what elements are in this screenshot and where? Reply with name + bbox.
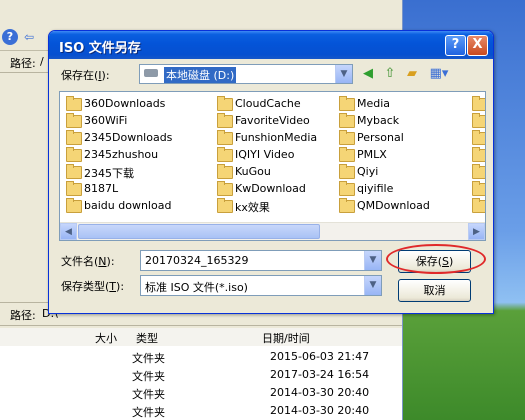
row-type: 文件夹 <box>132 370 165 383</box>
folder-name: IQIYI Video <box>235 148 295 161</box>
chevron-down-icon[interactable]: ▼ <box>364 251 381 270</box>
filetype-value: 标准 ISO 文件(*.iso) <box>145 281 248 294</box>
folder-list: 360Downloads CloudCache Media 360WiFi Favori… <box>59 91 486 241</box>
filetype-select[interactable]: 标准 ISO 文件(*.iso) ▼ <box>140 275 382 296</box>
chevron-down-icon[interactable]: ▼ <box>335 65 352 83</box>
folder-name: Personal <box>357 131 404 144</box>
row-type: 文件夹 <box>132 388 165 401</box>
folder-name: 8187L <box>84 182 119 195</box>
path-label: 路径: <box>10 57 36 70</box>
folder-name: 360WiFi <box>84 114 128 127</box>
file-list-header: 大小 类型 日期/时间 <box>0 328 402 347</box>
folder-icon <box>339 181 355 196</box>
folder-icon <box>217 130 233 145</box>
folder-icon <box>66 198 82 213</box>
exit-icon[interactable]: ⇦ <box>24 30 38 44</box>
folder-name: Qiyi <box>357 165 379 178</box>
scroll-thumb[interactable] <box>78 224 320 239</box>
folder-icon <box>472 96 485 111</box>
folder-name: KuGou <box>235 165 271 178</box>
folder-icon <box>339 164 355 179</box>
folder-icon <box>472 147 485 162</box>
horizontal-scrollbar[interactable]: ◀ ▶ <box>60 222 485 240</box>
folder-icon <box>217 113 233 128</box>
folder-name: kx效果 <box>235 201 270 214</box>
save-in-value: 本地磁盘 (D:) <box>164 67 237 83</box>
folder-name: 2345下载 <box>84 167 134 180</box>
folder-icon <box>339 198 355 213</box>
up-folder-icon[interactable]: ⇧ <box>381 65 399 82</box>
filename-input[interactable]: 20170324_165329 ▼ <box>140 250 382 271</box>
folder-icon <box>66 96 82 111</box>
row-date: 2017-03-24 16:54 <box>270 368 370 381</box>
chevron-down-icon[interactable]: ▼ <box>364 276 381 295</box>
cancel-button[interactable]: 取消 <box>398 279 471 302</box>
path-value: / <box>40 55 44 68</box>
view-menu-icon[interactable]: ▦▾ <box>427 65 451 82</box>
folder-name: CloudCache <box>235 97 301 110</box>
help-button[interactable]: ? <box>445 35 466 56</box>
table-row[interactable]: 文件夹 2017-03-24 16:54 <box>0 365 402 383</box>
filetype-label: 保存类型(T): <box>61 280 125 293</box>
folder-icon <box>217 96 233 111</box>
drive-icon <box>144 69 158 77</box>
folder-icon <box>217 198 233 213</box>
folder-name: QMDownload <box>357 199 430 212</box>
folder-icon <box>472 181 485 196</box>
folder-icon <box>66 113 82 128</box>
row-type: 文件夹 <box>132 406 165 419</box>
folder-icon <box>66 181 82 196</box>
folder-icon <box>339 96 355 111</box>
folder-name: 2345zhushou <box>84 148 159 161</box>
table-row[interactable]: 文件夹 2014-03-30 20:40 <box>0 383 402 401</box>
folder-name: FavoriteVideo <box>235 114 310 127</box>
filename-value: 20170324_165329 <box>145 254 249 267</box>
folder-name: FunshionMedia <box>235 131 318 144</box>
row-date: 2014-03-30 20:40 <box>270 386 370 399</box>
folder-icon <box>472 113 485 128</box>
folder-icon <box>217 181 233 196</box>
folder-icon <box>217 164 233 179</box>
folder-name: KwDownload <box>235 182 306 195</box>
folder-icon <box>66 130 82 145</box>
column-size[interactable]: 大小 <box>95 330 117 346</box>
folder-name: Media <box>357 97 391 110</box>
folder-icon <box>472 164 485 179</box>
path-label: 路径: <box>10 309 36 322</box>
dialog-titlebar[interactable]: ISO 文件另存 ? X <box>49 31 493 59</box>
folder-name: PMLX <box>357 148 387 161</box>
back-icon[interactable]: ◀ <box>359 65 377 82</box>
folder-icon <box>339 113 355 128</box>
folder-icon <box>66 147 82 162</box>
close-button[interactable]: X <box>467 35 488 56</box>
column-date[interactable]: 日期/时间 <box>262 330 310 346</box>
column-type[interactable]: 类型 <box>136 330 158 346</box>
folder-icon <box>217 147 233 162</box>
background-file-list: 文件夹 2015-06-03 21:47 文件夹 2017-03-24 16:5… <box>0 346 402 420</box>
annotation-circle <box>386 244 486 274</box>
folder-icon <box>472 198 485 213</box>
folder-icon <box>472 130 485 145</box>
row-date: 2014-03-30 20:40 <box>270 404 370 417</box>
table-row[interactable]: 文件夹 2014-03-30 20:40 <box>0 401 402 419</box>
save-in-label: 保存在(I): <box>61 69 110 82</box>
new-folder-icon[interactable]: ▰ <box>403 65 421 82</box>
row-date: 2015-06-03 21:47 <box>270 350 370 363</box>
folder-icon <box>66 164 82 179</box>
table-row[interactable]: 文件夹 2015-06-03 21:47 <box>0 347 402 365</box>
folder-name: Myback <box>357 114 400 127</box>
row-type: 文件夹 <box>132 352 165 365</box>
folder-icon <box>339 147 355 162</box>
folder-name: 360Downloads <box>84 97 166 110</box>
folder-name: qiyifile <box>357 182 394 195</box>
scroll-left-icon[interactable]: ◀ <box>60 223 77 240</box>
folder-name: 2345Downloads <box>84 131 173 144</box>
help-icon[interactable]: ? <box>2 29 18 45</box>
folder-name: baidu download <box>84 199 172 212</box>
filename-label: 文件名(N): <box>61 255 115 268</box>
dialog-title: ISO 文件另存 <box>59 41 141 56</box>
save-in-dropdown[interactable]: 本地磁盘 (D:) ▼ <box>139 64 353 84</box>
folder-icon <box>339 130 355 145</box>
scroll-right-icon[interactable]: ▶ <box>468 223 485 240</box>
